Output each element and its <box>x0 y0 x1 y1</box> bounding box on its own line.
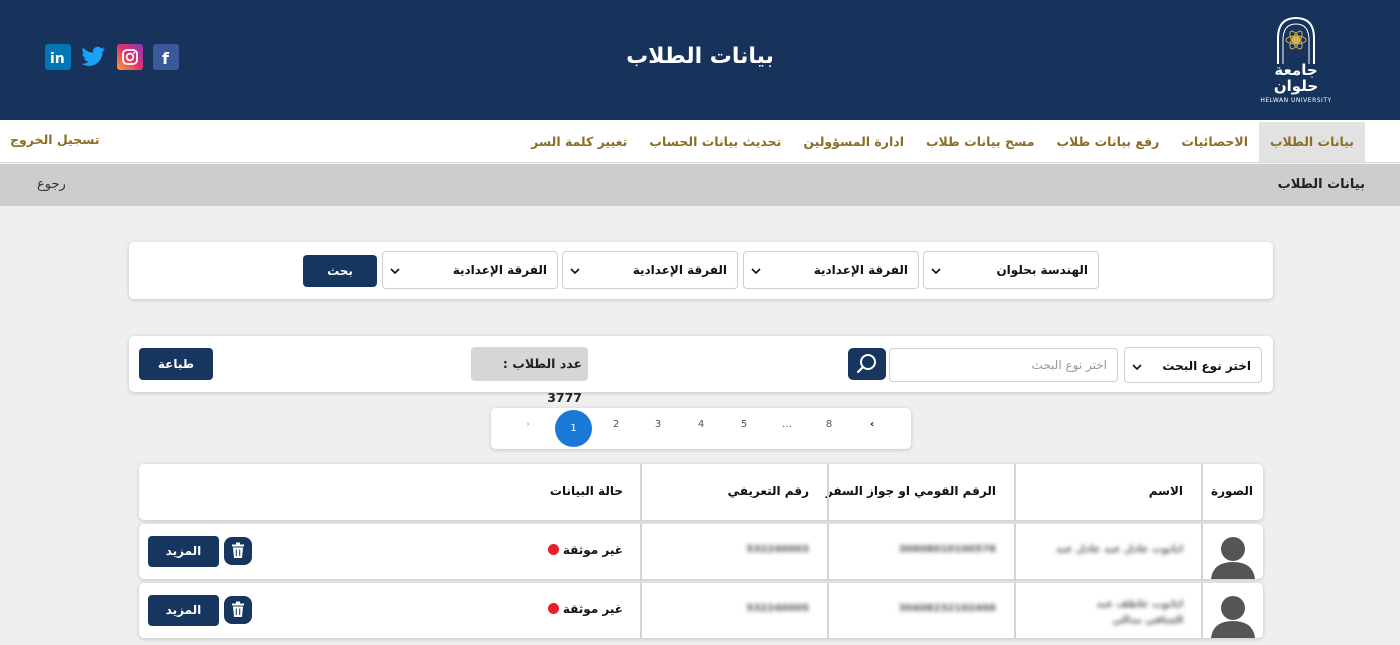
table-row: ابانوب عادل عبد عادل عبد 30608010100578 … <box>139 524 1263 579</box>
breadcrumb-bar: بيانات الطلاب رجوع <box>0 164 1400 206</box>
search-icon <box>856 354 876 374</box>
delete-button[interactable] <box>224 596 252 624</box>
status-text: غير موثقة <box>562 543 623 557</box>
more-button[interactable]: المزيد <box>148 595 219 626</box>
status-dot <box>548 603 559 614</box>
column-divider <box>1014 583 1016 638</box>
column-header-national-id: الرقم القومي او جواز السفر <box>825 484 996 498</box>
pagination-next-button[interactable]: › <box>518 419 538 430</box>
students-count-badge: عدد الطلاب : 3777 <box>471 347 588 405</box>
user-avatar-icon <box>1211 596 1255 638</box>
logout-link[interactable]: تسجيل الخروج <box>10 132 100 147</box>
atom-emblem-icon <box>1277 16 1315 64</box>
linkedin-icon[interactable]: in <box>45 44 71 70</box>
student-code: 532240005 <box>746 603 809 614</box>
pagination-prev-button[interactable]: ‹ <box>862 419 882 430</box>
search-type-select-value: اختر نوع البحث <box>1162 359 1251 373</box>
pagination: › 1 2 3 4 5 … 8 ‹ <box>491 408 911 449</box>
level-select-3[interactable]: الفرقة الإعدادية <box>382 251 558 289</box>
logo-english-text: HELWAN UNIVERSITY <box>1260 97 1332 104</box>
nav-item-update-account[interactable]: تحديث بيانات الحساب <box>638 122 792 162</box>
chevron-down-icon <box>751 268 761 275</box>
column-divider <box>640 583 642 638</box>
nav-item-delete-students[interactable]: مسح بيانات طلاب <box>915 122 1045 162</box>
back-link[interactable]: رجوع <box>37 177 66 192</box>
trash-icon <box>232 542 244 558</box>
logo-arabic-text: جامعة حلوان <box>1273 61 1319 95</box>
level-select-1[interactable]: الفرقة الإعدادية <box>743 251 919 289</box>
search-card: اختر نوع البحث اختر نوع البحث عدد الطلاب… <box>129 336 1273 405</box>
student-code: 532240003 <box>746 544 809 555</box>
column-header-name: الاسم <box>1148 484 1183 498</box>
user-avatar-icon <box>1211 537 1255 579</box>
column-header-photo: الصورة <box>1211 484 1253 498</box>
student-name: ابانوب عاطف عبد الشافي مدالي <box>1096 599 1183 626</box>
delete-button[interactable] <box>224 537 252 565</box>
status-text: غير موثقة <box>562 602 623 616</box>
chevron-down-icon <box>931 268 941 275</box>
university-logo: جامعة حلوان HELWAN UNIVERSITY <box>1252 14 1340 104</box>
table-row: ابانوب عاطف عبد الشافي مدالي 30408232102… <box>139 583 1263 638</box>
svg-text:f: f <box>162 49 170 66</box>
national-id: 30608010100578 <box>898 544 996 555</box>
pagination-ellipsis: … <box>782 419 792 430</box>
search-type-select[interactable]: اختر نوع البحث <box>1124 347 1262 383</box>
chevron-down-icon <box>570 268 580 275</box>
social-links: in f <box>45 44 179 70</box>
trash-icon <box>232 601 244 617</box>
search-button[interactable]: بحث <box>303 255 377 287</box>
search-submit-button[interactable] <box>848 348 886 380</box>
level-select-1-value: الفرقة الإعدادية <box>813 263 908 277</box>
facebook-icon[interactable]: f <box>153 44 179 70</box>
svg-text:in: in <box>50 51 65 66</box>
student-name: ابانوب عادل عبد عادل عبد <box>1055 544 1183 555</box>
page-title: بيانات الطلاب <box>626 44 774 69</box>
faculty-select[interactable]: الهندسة بحلوان <box>923 251 1099 289</box>
level-select-3-value: الفرقة الإعدادية <box>452 263 547 277</box>
column-divider <box>640 524 642 579</box>
column-divider <box>640 464 642 520</box>
level-select-2-value: الفرقة الإعدادية <box>632 263 727 277</box>
column-divider <box>1201 464 1203 520</box>
print-button[interactable]: طباعة <box>139 348 213 380</box>
search-input-placeholder: اختر نوع البحث <box>1031 358 1107 372</box>
instagram-icon[interactable] <box>117 44 143 70</box>
national-id: 30408232102466 <box>898 603 996 614</box>
breadcrumb: بيانات الطلاب <box>1277 177 1365 192</box>
column-divider <box>827 524 829 579</box>
column-divider <box>1201 583 1203 638</box>
avatar <box>1211 534 1255 579</box>
column-divider <box>1014 524 1016 579</box>
nav-item-upload-students[interactable]: رفع بيانات طلاب <box>1045 122 1170 162</box>
chevron-down-icon <box>1132 364 1142 371</box>
level-select-2[interactable]: الفرقة الإعدادية <box>562 251 738 289</box>
pagination-page-1[interactable]: 1 <box>555 410 592 447</box>
column-header-code: رقم التعريفي <box>727 484 809 498</box>
nav-item-change-password[interactable]: تغيير كلمة السر <box>520 122 638 162</box>
pagination-page-4[interactable]: 4 <box>691 419 711 430</box>
chevron-down-icon <box>390 268 400 275</box>
column-divider <box>1014 464 1016 520</box>
nav-item-statistics[interactable]: الاحصائيات <box>1170 122 1259 162</box>
nav-item-manage-admins[interactable]: ادارة المسؤولين <box>792 122 915 162</box>
twitter-icon[interactable] <box>81 44 107 70</box>
filter-card: الهندسة بحلوان الفرقة الإعدادية الفرقة ا… <box>129 242 1273 299</box>
column-divider <box>827 583 829 638</box>
pagination-page-8[interactable]: 8 <box>819 419 839 430</box>
table-header: الصورة الاسم الرقم القومي او جواز السفر … <box>139 464 1263 520</box>
pagination-page-5[interactable]: 5 <box>734 419 754 430</box>
more-button[interactable]: المزيد <box>148 536 219 567</box>
pagination-page-3[interactable]: 3 <box>648 419 668 430</box>
nav-item-students-data[interactable]: بيانات الطلاب <box>1259 122 1365 162</box>
header: in f بيانات الطلاب جامعة حلوان HELWAN UN… <box>0 0 1400 120</box>
avatar <box>1211 593 1255 638</box>
column-divider <box>1201 524 1203 579</box>
pagination-page-2[interactable]: 2 <box>606 419 626 430</box>
faculty-select-value: الهندسة بحلوان <box>996 263 1088 277</box>
main-nav: بيانات الطلاب الاحصائيات رفع بيانات طلاب… <box>0 120 1400 163</box>
status-dot <box>548 544 559 555</box>
column-header-status: حالة البيانات <box>549 484 623 498</box>
search-input[interactable]: اختر نوع البحث <box>889 348 1118 382</box>
column-divider <box>827 464 829 520</box>
